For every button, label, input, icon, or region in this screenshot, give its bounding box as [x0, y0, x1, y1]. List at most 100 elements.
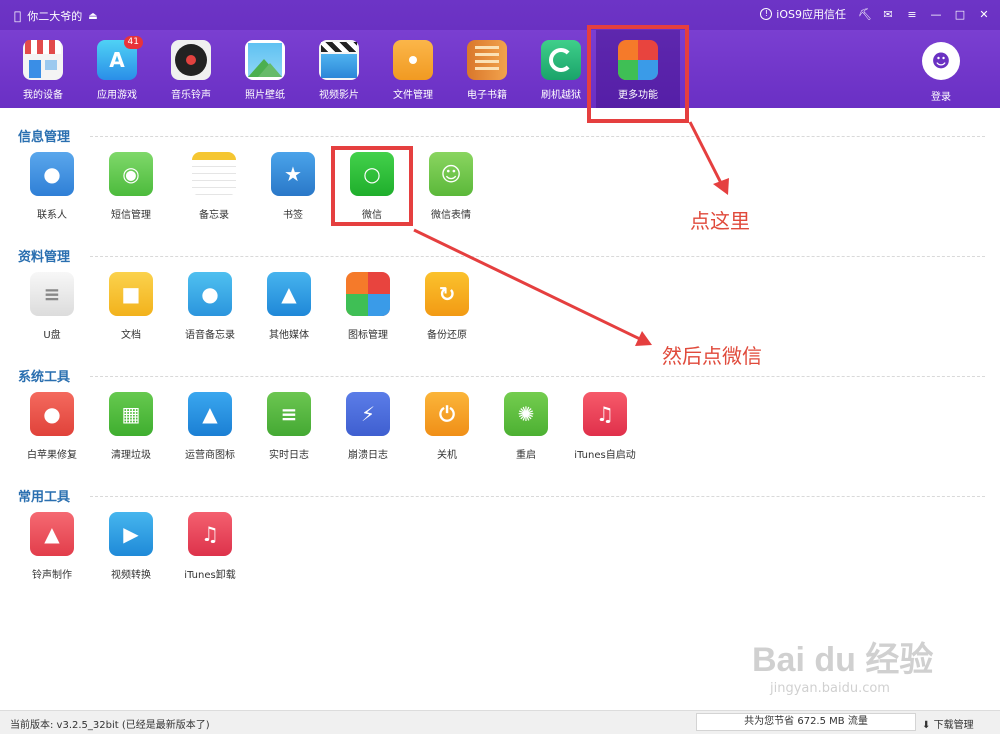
- login-label: 登录: [931, 92, 951, 103]
- app-label: 备份还原: [427, 330, 467, 341]
- chat-icon[interactable]: ✉: [882, 8, 894, 21]
- maximize-icon[interactable]: □: [954, 8, 966, 21]
- app-label: 重启: [516, 450, 536, 461]
- user-icon: ☻: [922, 42, 960, 80]
- backup-icon: ↻: [425, 272, 469, 316]
- app-carrier-icon[interactable]: ▲ 运营商图标: [170, 392, 250, 461]
- tab-label: 电子书籍: [467, 90, 507, 101]
- app-label: 崩溃日志: [348, 450, 388, 461]
- log-icon: ≡: [267, 392, 311, 436]
- close-icon[interactable]: ✕: [978, 8, 990, 21]
- app-icon-manager[interactable]: 图标管理: [328, 272, 408, 341]
- folder-icon: [393, 40, 433, 80]
- app-restart[interactable]: ✺ 重启: [486, 392, 566, 461]
- title-bar:  你二大爷的 ⏏ ! iOS9应用信任 ⛏ ✉ ≡ — □ ✕: [0, 0, 1000, 30]
- app-realtime-log[interactable]: ≡ 实时日志: [249, 392, 329, 461]
- arrow-line-1: [688, 121, 725, 188]
- app-label: 白苹果修复: [27, 450, 77, 461]
- arrow-head-2: [635, 331, 652, 346]
- app-label: 文档: [121, 330, 141, 341]
- antenna-icon: ▲: [188, 392, 232, 436]
- app-video-convert[interactable]: ▶ 视频转换: [91, 512, 171, 581]
- section-title-common: 常用工具: [18, 490, 71, 505]
- app-white-apple-fix[interactable]: ● 白苹果修复: [12, 392, 92, 461]
- section-divider: [90, 496, 985, 497]
- tab-ebooks[interactable]: 电子书籍: [452, 40, 522, 102]
- message-icon: ◉: [109, 152, 153, 196]
- app-clean-junk[interactable]: ▦ 清理垃圾: [91, 392, 171, 461]
- download-icon: ⬇: [922, 720, 931, 731]
- menu-icon[interactable]: ≡: [906, 8, 918, 21]
- power-icon: ⏻: [425, 392, 469, 436]
- section-divider: [90, 376, 985, 377]
- tab-photos[interactable]: 照片壁纸: [230, 40, 300, 102]
- app-sms[interactable]: ◉ 短信管理: [91, 152, 171, 221]
- ios-trust-link[interactable]: ! iOS9应用信任: [760, 6, 846, 22]
- app-label: 联系人: [37, 210, 67, 221]
- app-shutdown[interactable]: ⏻ 关机: [407, 392, 487, 461]
- app-itunes-autostart[interactable]: ♫ iTunes自启动: [565, 392, 645, 461]
- app-ringtone-maker[interactable]: ▲ 铃声制作: [12, 512, 92, 581]
- device-selector[interactable]:  你二大爷的 ⏏: [14, 8, 98, 24]
- document-icon: ■: [109, 272, 153, 316]
- app-notes[interactable]: 备忘录: [174, 152, 254, 221]
- apple-icon: : [14, 9, 21, 23]
- watermark: Bai du 经验 jingyan.baidu.com: [752, 632, 933, 696]
- app-store-icon: A 41: [97, 36, 143, 80]
- version-text: 当前版本: v3.2.5_32bit (已经是最新版本了): [10, 720, 210, 731]
- login-button[interactable]: ☻ 登录: [920, 42, 962, 103]
- app-label: 清理垃圾: [111, 450, 151, 461]
- app-bookmarks[interactable]: ★ 书签: [253, 152, 333, 221]
- record-icon: [171, 40, 211, 80]
- tab-videos[interactable]: 视频影片: [304, 40, 374, 102]
- video-convert-icon: ▶: [109, 512, 153, 556]
- app-label: 实时日志: [269, 450, 309, 461]
- app-label: iTunes自启动: [574, 450, 636, 461]
- tab-label: 音乐铃声: [171, 90, 211, 101]
- minimize-icon[interactable]: —: [930, 8, 942, 21]
- app-label: 书签: [283, 210, 303, 221]
- app-crash-log[interactable]: ⚡ 崩溃日志: [328, 392, 408, 461]
- bell-icon: ▲: [30, 512, 74, 556]
- tab-jailbreak[interactable]: 刷机越狱: [526, 40, 596, 102]
- highlight-box-more-features: [587, 25, 689, 123]
- app-label: 语音备忘录: [185, 330, 235, 341]
- book-icon: [467, 40, 507, 80]
- app-label: 微信表情: [431, 210, 471, 221]
- app-label: 其他媒体: [269, 330, 309, 341]
- app-backup-restore[interactable]: ↻ 备份还原: [407, 272, 487, 341]
- shirt-icon[interactable]: ⛏: [858, 8, 872, 21]
- update-count-badge: 41: [123, 36, 143, 49]
- annotation-click-here: 点这里: [690, 209, 750, 233]
- app-usb-drive[interactable]: ≡ U盘: [12, 272, 92, 341]
- download-manager-button[interactable]: ⬇ 下载管理: [922, 716, 974, 731]
- app-documents[interactable]: ■ 文档: [91, 272, 171, 341]
- tab-my-device[interactable]: 我的设备: [8, 40, 78, 102]
- crash-log-icon: ⚡: [346, 392, 390, 436]
- icon-manager-icon: [346, 272, 390, 316]
- section-divider: [90, 136, 985, 137]
- tab-label: 文件管理: [393, 90, 433, 101]
- app-voice-memos[interactable]: ● 语音备忘录: [170, 272, 250, 341]
- apple-repair-icon: ●: [30, 392, 74, 436]
- tab-music[interactable]: 音乐铃声: [156, 40, 226, 102]
- app-label: U盘: [43, 330, 61, 341]
- section-divider: [90, 256, 985, 257]
- tab-label: 视频影片: [319, 90, 359, 101]
- app-label: 铃声制作: [32, 570, 72, 581]
- restart-icon: ✺: [504, 392, 548, 436]
- device-name: 你二大爷的: [20, 10, 82, 23]
- app-other-media[interactable]: ▲ 其他媒体: [249, 272, 329, 341]
- app-label: 备忘录: [199, 210, 229, 221]
- microphone-icon: ●: [188, 272, 232, 316]
- tab-files[interactable]: 文件管理: [378, 40, 448, 102]
- app-contacts[interactable]: ● 联系人: [12, 152, 92, 221]
- app-wechat-stickers[interactable]: ☺ 微信表情: [411, 152, 491, 221]
- tab-label: 刷机越狱: [541, 90, 581, 101]
- photo-icon: [245, 40, 285, 80]
- media-icon: ▲: [267, 272, 311, 316]
- tab-apps-games[interactable]: A 41 应用游戏: [82, 36, 152, 102]
- tab-label: 我的设备: [23, 90, 63, 101]
- eject-icon[interactable]: ⏏: [88, 11, 97, 22]
- app-itunes-uninstall[interactable]: ♫ iTunes卸载: [170, 512, 250, 581]
